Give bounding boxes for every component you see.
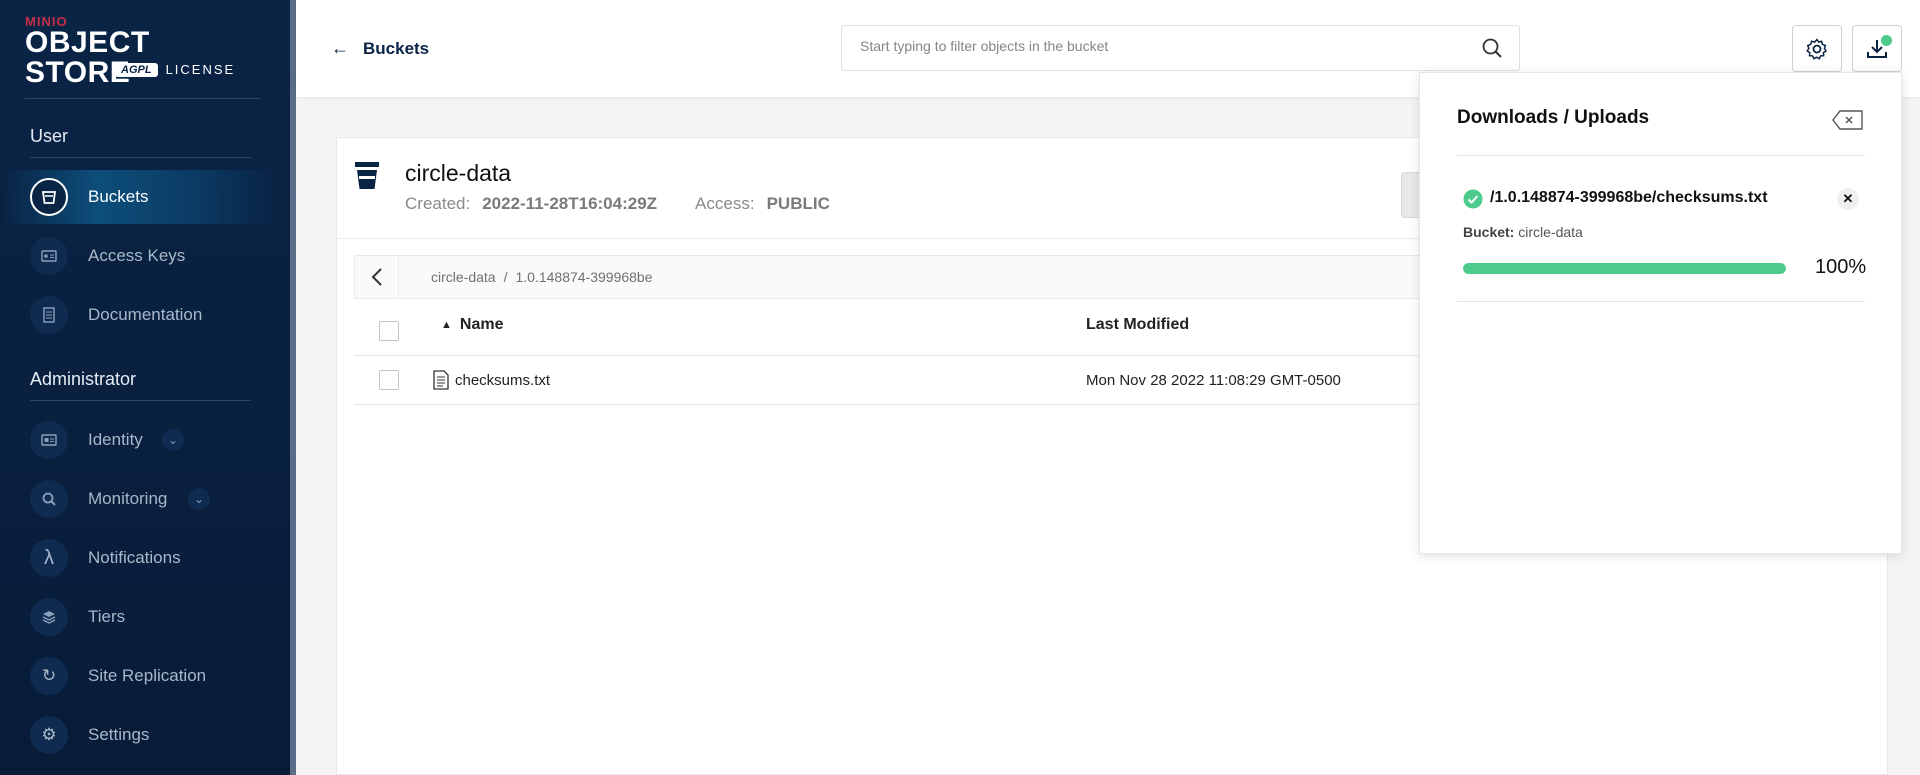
sidebar-item-label: Notifications: [88, 548, 181, 567]
sidebar-item-label: Monitoring: [88, 489, 168, 508]
progress-fill: [1463, 263, 1786, 274]
logo-divider: [25, 98, 261, 99]
clear-all-icon[interactable]: [1832, 109, 1864, 131]
sidebar-item-access-keys[interactable]: Access Keys: [0, 229, 280, 283]
search-input[interactable]: [860, 38, 1450, 54]
column-header-last-modified[interactable]: Last Modified: [1086, 316, 1189, 334]
section-divider: [30, 400, 251, 401]
arrow-left-icon: ←: [331, 38, 349, 58]
minio-logo[interactable]: MINIO OBJECT STORE AGPL LICENSE: [25, 14, 255, 88]
select-all-checkbox[interactable]: [379, 321, 399, 341]
logo-license: AGPL LICENSE: [115, 62, 235, 77]
column-header-name[interactable]: ▲ Name: [441, 316, 503, 334]
panel-title: Downloads / Uploads: [1457, 107, 1650, 128]
breadcrumb-folder[interactable]: 1.0.148874-399968be: [515, 269, 652, 285]
file-icon: [433, 370, 449, 390]
remove-item-button[interactable]: ✕: [1837, 188, 1859, 210]
panel-divider: [1457, 155, 1865, 156]
section-user: User: [30, 126, 69, 146]
bucket-label: Bucket:: [1463, 224, 1515, 240]
file-name: checksums.txt: [455, 371, 551, 389]
breadcrumb-back-button[interactable]: [355, 256, 399, 298]
check-circle-icon: [1463, 189, 1483, 209]
progress-percent: 100%: [1815, 256, 1867, 278]
sort-ascending-icon: ▲: [441, 319, 452, 331]
bucket-value: circle-data: [1518, 224, 1583, 240]
section-administrator: Administrator: [30, 369, 137, 389]
gear-icon: ⚙: [30, 716, 68, 754]
bucket-name: circle-data: [405, 160, 512, 186]
sidebar-item-buckets[interactable]: Buckets: [0, 170, 280, 224]
sidebar-item-label: Identity: [88, 430, 143, 449]
sidebar-item-site-replication[interactable]: ↻ Site Replication: [0, 649, 280, 703]
progress-bar: [1463, 263, 1786, 274]
notification-dot: [1881, 35, 1892, 46]
sidebar-item-label: Documentation: [88, 305, 203, 324]
sidebar-item-label: Settings: [88, 725, 150, 744]
settings-button[interactable]: [1792, 25, 1842, 72]
breadcrumb-separator: /: [503, 269, 508, 285]
back-to-buckets-link[interactable]: ← Buckets: [331, 38, 429, 59]
bucket-meta: Created: 2022-11-28T16:04:29Z Access: PU…: [405, 194, 830, 214]
column-header-label: Name: [459, 316, 504, 333]
close-icon: ✕: [1842, 191, 1854, 206]
sidebar-item-label: Tiers: [88, 607, 126, 626]
sidebar-item-settings[interactable]: ⚙ Settings: [0, 708, 280, 762]
sync-icon: ↻: [30, 657, 68, 695]
file-last-modified: Mon Nov 28 2022 11:08:29 GMT-0500: [1086, 372, 1341, 389]
sidebar-item-label: Site Replication: [88, 666, 207, 685]
created-label: Created:: [405, 194, 471, 213]
access-label: Access:: [695, 194, 755, 213]
sidebar-item-documentation[interactable]: Documentation: [0, 288, 280, 342]
bucket-icon: [355, 162, 379, 189]
transfer-bucket: Bucket: circle-data: [1463, 224, 1583, 240]
license-text: LICENSE: [165, 62, 236, 77]
chevron-down-icon[interactable]: ⌄: [188, 488, 210, 510]
chevron-left-icon: [371, 268, 382, 286]
downloads-button[interactable]: [1852, 25, 1902, 72]
id-card-icon: [30, 421, 68, 459]
lambda-icon: λ: [30, 539, 68, 577]
sidebar-item-notifications[interactable]: λ Notifications: [0, 531, 280, 585]
sidebar-item-monitoring[interactable]: Monitoring ⌄: [0, 472, 280, 526]
table-row[interactable]: checksums.txt: [433, 370, 550, 390]
sidebar: MINIO OBJECT STORE AGPL LICENSE User Buc…: [0, 0, 296, 775]
agpl-badge: AGPL: [115, 62, 158, 77]
chevron-down-icon[interactable]: ⌄: [162, 429, 184, 451]
sidebar-item-label: Buckets: [88, 187, 149, 206]
transfer-file-path: /1.0.148874-399968be/checksums.txt: [1490, 189, 1768, 206]
breadcrumb: circle-data / 1.0.148874-399968be: [431, 269, 653, 285]
sidebar-item-tiers[interactable]: Tiers: [0, 590, 280, 644]
sidebar-item-label: Access Keys: [88, 246, 186, 265]
object-search: [841, 25, 1520, 71]
downloads-uploads-panel: Downloads / Uploads /1.0.148874-399968be…: [1419, 72, 1902, 554]
magnifier-icon: [30, 480, 68, 518]
search-icon[interactable]: [1481, 37, 1503, 59]
document-icon: [30, 296, 68, 334]
access-value: PUBLIC: [766, 194, 830, 213]
back-link-label: Buckets: [363, 38, 430, 58]
breadcrumb-root[interactable]: circle-data: [431, 269, 496, 285]
sidebar-scrollbar[interactable]: [290, 0, 296, 775]
layers-icon: [30, 598, 68, 636]
created-value: 2022-11-28T16:04:29Z: [482, 194, 658, 213]
key-card-icon: [30, 237, 68, 275]
row-checkbox[interactable]: [379, 370, 399, 390]
bucket-icon: [30, 178, 68, 216]
section-divider: [30, 157, 251, 158]
gear-icon: [1806, 37, 1828, 60]
panel-divider: [1457, 301, 1865, 302]
sidebar-item-identity[interactable]: Identity ⌄: [0, 413, 280, 467]
logo-product: OBJECT STORE: [25, 26, 150, 89]
